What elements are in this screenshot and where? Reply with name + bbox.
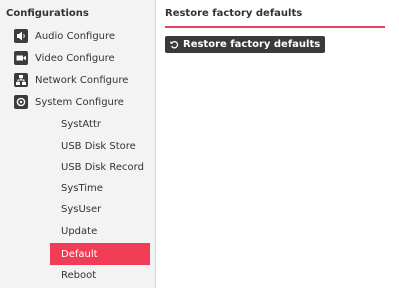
sidebar-item-video-configure[interactable]: Video Configure (0, 47, 156, 69)
restore-factory-defaults-button[interactable]: Restore factory defaults (165, 36, 326, 53)
sidebar-item-usb-disk-record[interactable]: USB Disk Record (0, 156, 156, 178)
main-panel: Restore factory defaults Restore factory… (156, 0, 399, 288)
system-settings-icon (14, 95, 28, 109)
restore-button-label: Restore factory defaults (183, 39, 321, 50)
sidebar-item-label: USB Disk Store (61, 140, 136, 152)
sidebar-item-audio-configure[interactable]: Audio Configure (0, 25, 156, 47)
sidebar-header: Configurations (6, 8, 89, 19)
title-divider (165, 26, 385, 28)
sidebar: Configurations Audio Configure Video Con… (0, 0, 156, 288)
sidebar-item-default[interactable]: Default (50, 243, 150, 265)
sidebar-item-usb-disk-store[interactable]: USB Disk Store (0, 135, 156, 157)
sidebar-item-label: USB Disk Record (61, 161, 144, 173)
sidebar-item-sysuser[interactable]: SysUser (0, 198, 156, 220)
sidebar-item-label: System Configure (35, 96, 124, 108)
sidebar-item-label: Default (61, 248, 98, 260)
sidebar-item-label: Reboot (61, 269, 97, 281)
network-icon (14, 73, 28, 87)
sidebar-item-network-configure[interactable]: Network Configure (0, 69, 156, 91)
sidebar-item-reboot[interactable]: Reboot (0, 264, 156, 286)
sidebar-item-label: SysUser (61, 203, 102, 215)
speaker-icon (14, 29, 28, 43)
sidebar-item-label: Video Configure (35, 52, 115, 64)
sidebar-item-update[interactable]: Update (0, 220, 156, 242)
sidebar-item-label: Audio Configure (35, 30, 116, 42)
page-title: Restore factory defaults (165, 8, 303, 19)
sidebar-item-systattr[interactable]: SystAttr (0, 113, 156, 135)
sidebar-item-systime[interactable]: SysTime (0, 177, 156, 199)
video-camera-icon (14, 51, 28, 65)
sidebar-item-label: Update (61, 225, 98, 237)
sidebar-item-label: SysTime (61, 182, 103, 194)
sidebar-item-label: SystAttr (61, 118, 102, 130)
restore-icon (170, 40, 179, 49)
sidebar-item-system-configure[interactable]: System Configure (0, 91, 156, 113)
sidebar-item-label: Network Configure (35, 74, 129, 86)
